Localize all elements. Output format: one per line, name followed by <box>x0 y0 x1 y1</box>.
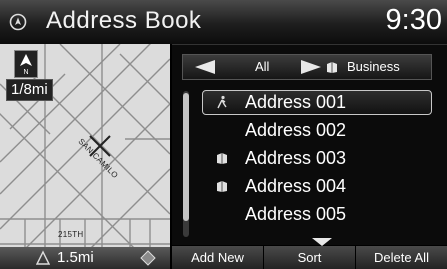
street-label: 215TH <box>58 230 84 239</box>
list-item[interactable]: Address 003 <box>202 146 432 171</box>
delete-all-button[interactable]: Delete All <box>355 246 447 269</box>
map-view[interactable]: N 1/8mi SAN CAMILO 215TH 1.5mi <box>0 44 170 269</box>
clock: 9:30 <box>385 4 442 36</box>
map-scale-badge: 1/8mi <box>6 79 53 101</box>
list-item-label: Address 002 <box>245 120 347 140</box>
address-list: Address 001 Address 002 Address 003 Addr… <box>202 90 432 230</box>
bottom-action-bar: Add New Sort Delete All <box>172 246 447 269</box>
zoom-out-icon[interactable] <box>36 250 50 266</box>
list-item[interactable]: Address 001 <box>202 90 432 115</box>
business-icon <box>217 153 227 164</box>
list-item-label: Address 004 <box>245 176 347 196</box>
north-arrow-icon[interactable]: N <box>14 50 38 78</box>
list-scrollbar[interactable] <box>183 91 189 237</box>
list-item[interactable]: Address 004 <box>202 174 432 199</box>
walking-icon <box>217 95 227 109</box>
category-next-label[interactable]: Business <box>347 59 400 74</box>
category-next-arrow-icon[interactable] <box>301 60 321 74</box>
svg-text:N: N <box>23 69 28 76</box>
add-new-button[interactable]: Add New <box>172 246 263 269</box>
navigation-icon <box>9 13 27 31</box>
business-icon <box>217 181 227 192</box>
address-list-panel: All Business Address 001 Address 002 Add… <box>172 44 447 246</box>
scrollbar-thumb[interactable] <box>183 93 189 221</box>
scroll-down-arrow-icon[interactable] <box>312 238 332 246</box>
category-prev-arrow-icon[interactable] <box>195 60 215 74</box>
category-prev-label[interactable]: All <box>255 59 269 74</box>
list-item[interactable]: Address 002 <box>202 118 432 143</box>
zoom-scale: 1.5mi <box>57 249 94 266</box>
title-bar: Address Book 9:30 <box>0 0 447 44</box>
list-item[interactable]: Address 005 <box>202 202 432 227</box>
list-item-label: Address 001 <box>245 92 347 112</box>
list-item-label: Address 005 <box>245 204 347 224</box>
list-item-label: Address 003 <box>245 148 347 168</box>
business-icon <box>327 62 337 73</box>
sort-button[interactable]: Sort <box>263 246 355 269</box>
page-title: Address Book <box>46 7 202 34</box>
category-selector: All Business <box>182 54 432 80</box>
map-zoom-bar: 1.5mi <box>0 247 170 269</box>
zoom-in-icon[interactable] <box>140 250 156 266</box>
